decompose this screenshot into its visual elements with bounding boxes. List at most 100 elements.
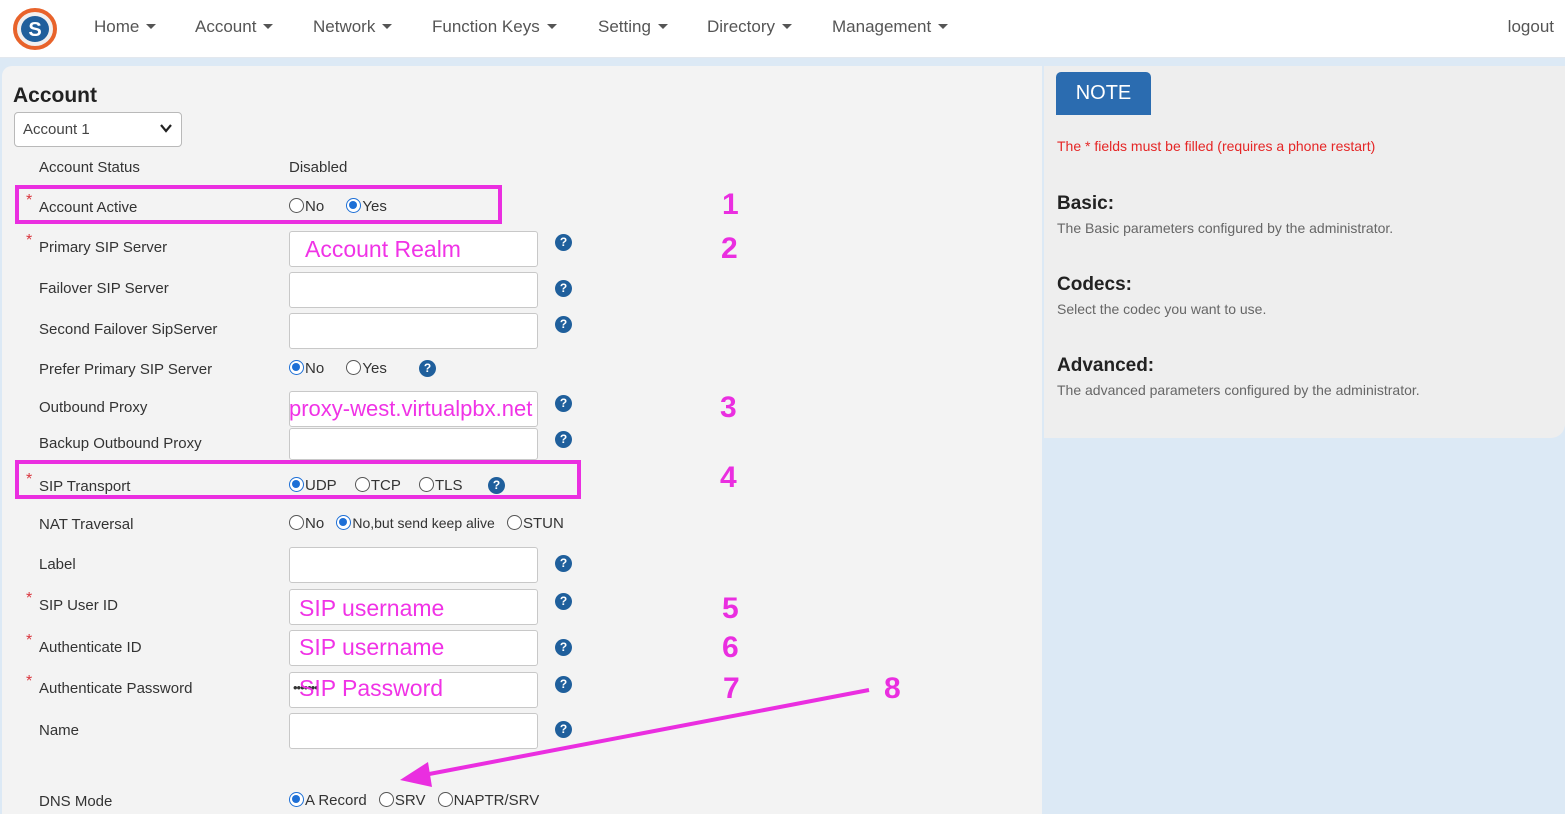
authenticate-password-value: SIP Password bbox=[299, 675, 444, 701]
second-failover-input[interactable] bbox=[289, 313, 538, 349]
transport-udp[interactable]: UDP bbox=[289, 477, 337, 494]
radio-label: Yes bbox=[362, 198, 387, 215]
radio-icon bbox=[289, 515, 304, 530]
name-input[interactable] bbox=[289, 713, 538, 749]
page-title: Account bbox=[13, 84, 97, 107]
help-icon[interactable]: ? bbox=[555, 555, 572, 572]
radio-label: Yes bbox=[362, 360, 387, 377]
help-icon[interactable]: ? bbox=[555, 639, 572, 656]
radio-selected-icon bbox=[289, 477, 304, 492]
backup-outbound-proxy-label: Backup Outbound Proxy bbox=[39, 435, 202, 452]
primary-sip-server-label: Primary SIP Server bbox=[39, 239, 168, 256]
dns-srv[interactable]: SRV bbox=[378, 792, 425, 809]
help-icon[interactable]: ? bbox=[488, 477, 505, 494]
help-icon[interactable]: ? bbox=[555, 395, 572, 412]
chevron-down-icon bbox=[382, 24, 393, 29]
transport-tls[interactable]: TLS bbox=[419, 477, 463, 494]
logout-link[interactable]: logout bbox=[1508, 17, 1554, 37]
annotation-number: 6 bbox=[722, 631, 739, 664]
radio-label: No,but send keep alive bbox=[352, 515, 495, 531]
nav-setting[interactable]: Setting bbox=[598, 17, 668, 37]
chevron-down-icon bbox=[263, 24, 274, 29]
nat-stun[interactable]: STUN bbox=[506, 515, 564, 532]
help-icon[interactable]: ? bbox=[555, 721, 572, 738]
nav-function-keys-label: Function Keys bbox=[432, 17, 540, 36]
nat-no[interactable]: No bbox=[289, 515, 324, 532]
radio-icon bbox=[419, 477, 435, 492]
prefer-primary-yes[interactable]: Yes bbox=[346, 360, 387, 377]
transport-tcp[interactable]: TCP bbox=[354, 477, 401, 494]
radio-selected-icon bbox=[289, 360, 304, 375]
required-marker: * bbox=[26, 632, 33, 649]
note-tab[interactable]: NOTE bbox=[1056, 72, 1151, 115]
nav-home[interactable]: Home bbox=[94, 17, 157, 37]
annotation-number: 3 bbox=[720, 391, 737, 424]
annotation-number: 1 bbox=[722, 188, 739, 221]
account-status-label: Account Status bbox=[39, 159, 140, 176]
radio-label: STUN bbox=[522, 515, 564, 532]
help-icon[interactable]: ? bbox=[555, 676, 572, 693]
second-failover-label: Second Failover SipServer bbox=[39, 321, 218, 338]
nat-traversal-radios: No No,but send keep alive STUN bbox=[289, 515, 582, 532]
help-icon[interactable]: ? bbox=[555, 593, 572, 610]
help-icon[interactable]: ? bbox=[555, 280, 572, 297]
annotation-number: 4 bbox=[720, 461, 737, 494]
outbound-proxy-value: proxy-west.virtualpbx.net bbox=[289, 396, 533, 421]
nav-network[interactable]: Network bbox=[313, 17, 393, 37]
account-active-no[interactable]: No bbox=[289, 198, 324, 215]
basic-text: The Basic parameters configured by the a… bbox=[1057, 220, 1394, 236]
annotation-number: 5 bbox=[722, 592, 739, 625]
logo-icon[interactable]: S bbox=[13, 8, 57, 50]
sip-user-id-label: SIP User ID bbox=[39, 597, 118, 614]
required-marker: * bbox=[26, 471, 33, 488]
nav-network-label: Network bbox=[313, 17, 376, 36]
label-input[interactable] bbox=[289, 547, 538, 583]
dns-naptr-srv[interactable]: NAPTR/SRV bbox=[437, 792, 539, 809]
account-select[interactable]: Account 1 bbox=[14, 112, 182, 147]
advanced-text: The advanced parameters configured by th… bbox=[1057, 382, 1420, 398]
radio-selected-icon bbox=[346, 198, 362, 213]
account-active-radios: No Yes bbox=[289, 198, 405, 215]
account-active-yes[interactable]: Yes bbox=[346, 198, 387, 215]
advanced-heading: Advanced: bbox=[1057, 355, 1155, 376]
radio-label: No bbox=[305, 515, 325, 532]
nav-directory[interactable]: Directory bbox=[707, 17, 793, 37]
sip-transport-label: SIP Transport bbox=[39, 478, 131, 495]
required-marker: * bbox=[26, 673, 33, 690]
radio-icon bbox=[437, 792, 453, 807]
nav-management[interactable]: Management bbox=[832, 17, 949, 37]
help-icon[interactable]: ? bbox=[555, 431, 572, 448]
nav-management-label: Management bbox=[832, 17, 932, 36]
help-icon[interactable]: ? bbox=[419, 360, 436, 377]
help-icon[interactable]: ? bbox=[555, 316, 572, 333]
radio-selected-icon bbox=[336, 515, 352, 530]
backup-outbound-proxy-input[interactable] bbox=[289, 428, 538, 460]
sip-transport-radios: UDP TCP TLS bbox=[289, 477, 481, 494]
authenticate-password-label: Authenticate Password bbox=[39, 680, 193, 697]
label-field-label: Label bbox=[39, 556, 76, 573]
radio-label: TLS bbox=[435, 477, 463, 494]
failover-sip-server-input[interactable] bbox=[289, 272, 538, 308]
primary-sip-server-value: Account Realm bbox=[305, 236, 461, 262]
sip-user-id-value: SIP username bbox=[299, 595, 445, 621]
prefer-primary-no[interactable]: No bbox=[289, 360, 324, 377]
dns-a-record[interactable]: A Record bbox=[289, 792, 367, 809]
nav-function-keys[interactable]: Function Keys bbox=[432, 17, 557, 37]
help-icon[interactable]: ? bbox=[555, 234, 572, 251]
chevron-down-icon bbox=[160, 124, 172, 133]
nav-account[interactable]: Account bbox=[195, 17, 274, 37]
chevron-down-icon bbox=[938, 24, 949, 29]
radio-icon bbox=[354, 477, 370, 492]
prefer-primary-radios: No Yes bbox=[289, 360, 405, 377]
radio-icon bbox=[346, 360, 362, 375]
authenticate-id-value: SIP username bbox=[299, 634, 445, 660]
dns-mode-radios: A Record SRV NAPTR/SRV bbox=[289, 792, 557, 809]
codecs-heading: Codecs: bbox=[1057, 274, 1132, 295]
required-marker: * bbox=[26, 232, 33, 249]
basic-heading: Basic: bbox=[1057, 193, 1115, 214]
annotation-number: 2 bbox=[721, 232, 738, 265]
nat-keep-alive[interactable]: No,but send keep alive bbox=[336, 515, 495, 531]
codecs-text: Select the codec you want to use. bbox=[1057, 301, 1267, 317]
annotation-number: 7 bbox=[723, 672, 740, 705]
radio-icon bbox=[289, 198, 304, 213]
